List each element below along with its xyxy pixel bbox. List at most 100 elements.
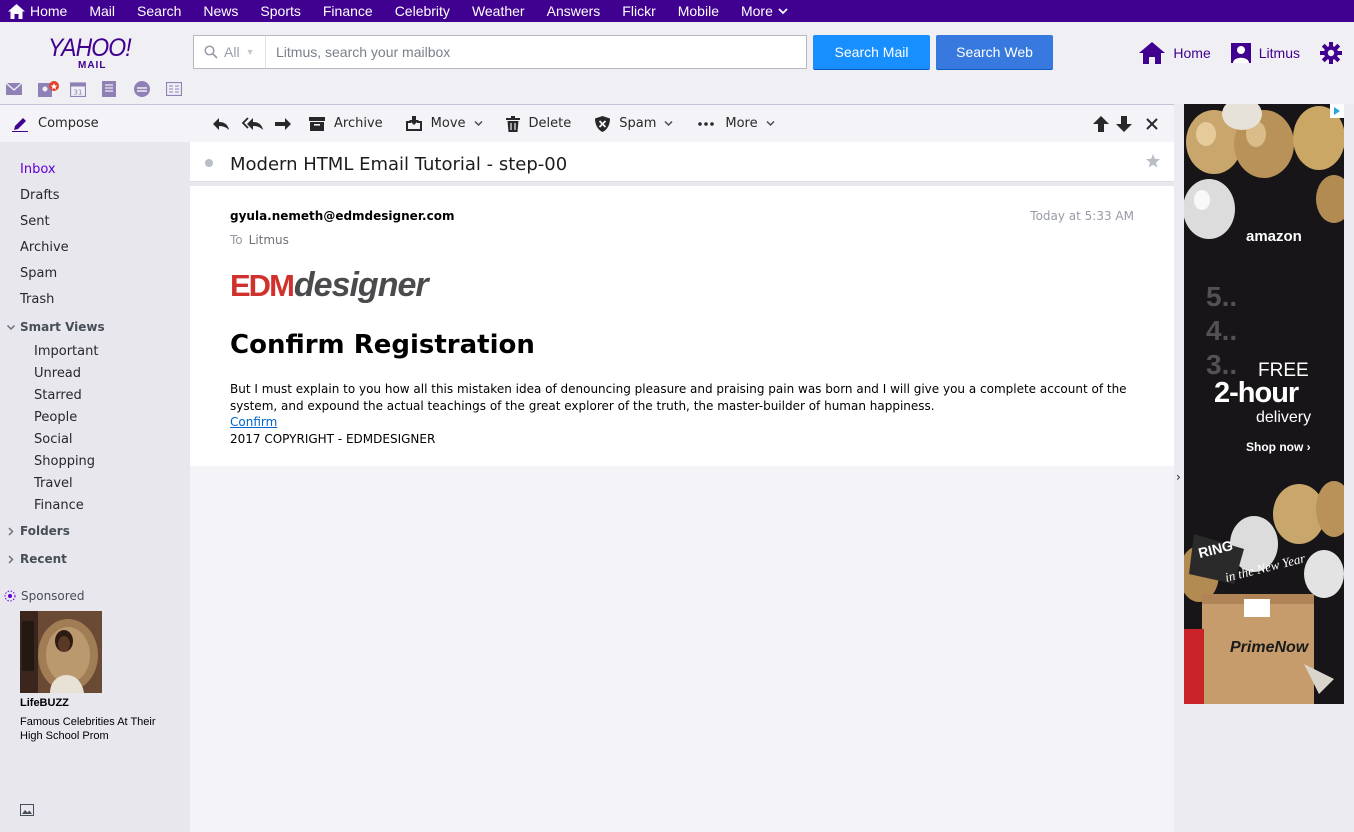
move-button[interactable]: Move <box>405 105 483 143</box>
search-web-button[interactable]: Search Web <box>936 35 1053 69</box>
close-message-button[interactable] <box>1146 105 1158 143</box>
nav-mail[interactable]: Mail <box>78 0 126 22</box>
nav-finance[interactable]: Finance <box>312 0 384 22</box>
app-contacts[interactable] <box>38 80 70 98</box>
yahoo-mail-logo[interactable]: YAHOO! MAIL <box>48 34 144 71</box>
message-subject: Modern HTML Email Tutorial - step-00 <box>230 154 568 175</box>
search-mail-button[interactable]: Search Mail <box>813 35 930 69</box>
sponsor-source[interactable]: LifeBUZZ <box>20 697 69 709</box>
app-switcher: 31 <box>6 80 198 98</box>
smart-views-toggle[interactable]: Smart Views <box>6 320 105 334</box>
amazon-ad-banner[interactable]: amazon 5.. 4.. 3.. FREE 2-hour delivery … <box>1184 104 1344 704</box>
notepad-icon <box>102 81 116 97</box>
chevron-down-icon: ▼ <box>245 47 255 57</box>
compose-label: Compose <box>38 116 99 131</box>
nav-answers[interactable]: Answers <box>536 0 612 22</box>
unread-dot[interactable] <box>205 159 213 167</box>
app-notepad[interactable] <box>102 80 134 98</box>
chevron-right-icon <box>8 526 14 536</box>
smart-view-important[interactable]: Important <box>34 344 98 359</box>
svg-text:31: 31 <box>74 89 83 97</box>
header-right: Home Litmus <box>1139 40 1354 66</box>
app-newsfeed[interactable] <box>166 80 198 98</box>
app-messenger[interactable] <box>134 80 166 98</box>
forward-button[interactable] <box>274 105 292 143</box>
spam-button[interactable]: Spam <box>595 105 673 143</box>
search-icon <box>204 45 218 59</box>
sponsor-photo <box>20 611 102 693</box>
nav-weather[interactable]: Weather <box>461 0 536 22</box>
app-mail[interactable] <box>6 80 38 98</box>
home-icon <box>8 3 25 19</box>
archive-button[interactable]: Archive <box>309 105 383 143</box>
user-name: Litmus <box>1258 45 1300 61</box>
spam-shield-icon <box>595 115 611 132</box>
reply-all-button[interactable] <box>242 105 264 143</box>
delete-label: Delete <box>528 116 572 131</box>
ad-countdown: 5.. 4.. 3.. <box>1206 281 1238 380</box>
reply-button[interactable] <box>212 105 230 143</box>
folder-sent[interactable]: Sent <box>20 214 50 229</box>
folders-toggle[interactable]: Folders <box>6 524 70 538</box>
star-icon[interactable] <box>1146 154 1160 168</box>
smart-view-shopping[interactable]: Shopping <box>34 454 95 469</box>
ad-delivery: delivery <box>1256 409 1312 426</box>
recent-label: Recent <box>20 552 67 566</box>
smart-view-starred[interactable]: Starred <box>34 388 82 403</box>
nav-home[interactable]: Home <box>0 0 78 22</box>
ad-shop-now[interactable]: Shop now › <box>1246 440 1311 454</box>
sponsor-thumbnail[interactable] <box>20 611 102 693</box>
smart-view-finance[interactable]: Finance <box>34 498 84 513</box>
nav-celebrity[interactable]: Celebrity <box>384 0 461 22</box>
collapse-ad-chevron-icon[interactable]: › <box>1176 470 1181 484</box>
smart-view-social[interactable]: Social <box>34 432 73 447</box>
nav-mobile[interactable]: Mobile <box>667 0 730 22</box>
email-heading: Confirm Registration <box>230 330 535 360</box>
nav-flickr[interactable]: Flickr <box>611 0 666 22</box>
move-label: Move <box>430 116 466 131</box>
arrow-up-icon <box>1093 115 1109 132</box>
folder-spam[interactable]: Spam <box>20 266 57 281</box>
confirm-link[interactable]: Confirm <box>230 415 277 429</box>
folders-label: Folders <box>20 524 70 538</box>
previous-message-button[interactable] <box>1093 105 1109 143</box>
folder-trash[interactable]: Trash <box>20 292 54 307</box>
folder-drafts[interactable]: Drafts <box>20 188 60 203</box>
ad-two-hour: 2-hour <box>1214 377 1299 409</box>
recipient-name[interactable]: Litmus <box>249 233 289 247</box>
recent-toggle[interactable]: Recent <box>6 552 67 566</box>
chevron-right-icon <box>8 554 14 564</box>
image-icon[interactable] <box>20 804 34 816</box>
move-folder-icon <box>405 116 422 131</box>
header-home-link[interactable]: Home <box>1139 42 1211 64</box>
next-message-button[interactable] <box>1116 105 1132 143</box>
smart-view-unread[interactable]: Unread <box>34 366 81 381</box>
gear-icon[interactable] <box>1320 42 1342 64</box>
search-scope-dropdown[interactable]: All ▼ <box>194 36 266 68</box>
header: YAHOO! MAIL All ▼ Search Mail Search Web… <box>0 22 1354 104</box>
nav-sports[interactable]: Sports <box>249 0 311 22</box>
copyright-text: 2017 COPYRIGHT - EDMDESIGNER <box>230 432 436 446</box>
sponsor-title[interactable]: Famous Celebrities At Their High School … <box>20 715 170 743</box>
sender-email[interactable]: gyula.nemeth@edmdesigner.com <box>230 209 454 223</box>
search-input[interactable] <box>266 36 806 68</box>
ad-brand: amazon <box>1246 228 1302 245</box>
smart-view-people[interactable]: People <box>34 410 77 425</box>
right-ad-column: › amazon 5.. 4.. 3.. FREE 2-hour deliver… <box>1174 104 1354 832</box>
nav-news[interactable]: News <box>192 0 249 22</box>
compose-button[interactable]: Compose <box>0 104 190 142</box>
folder-inbox[interactable]: Inbox <box>20 162 56 177</box>
header-home-label: Home <box>1173 45 1211 61</box>
delete-button[interactable]: Delete <box>505 105 572 143</box>
folder-archive[interactable]: Archive <box>20 240 69 255</box>
nav-search[interactable]: Search <box>126 0 192 22</box>
forward-icon <box>275 117 291 130</box>
ad-choices-icon[interactable] <box>1330 104 1344 118</box>
user-avatar-icon <box>1230 43 1251 63</box>
more-actions-button[interactable]: More <box>698 105 775 143</box>
user-profile-link[interactable]: Litmus <box>1230 43 1300 63</box>
nav-more[interactable]: More <box>730 0 799 22</box>
app-calendar[interactable]: 31 <box>70 80 102 98</box>
smart-view-travel[interactable]: Travel <box>34 476 73 491</box>
reply-icon <box>213 117 229 130</box>
